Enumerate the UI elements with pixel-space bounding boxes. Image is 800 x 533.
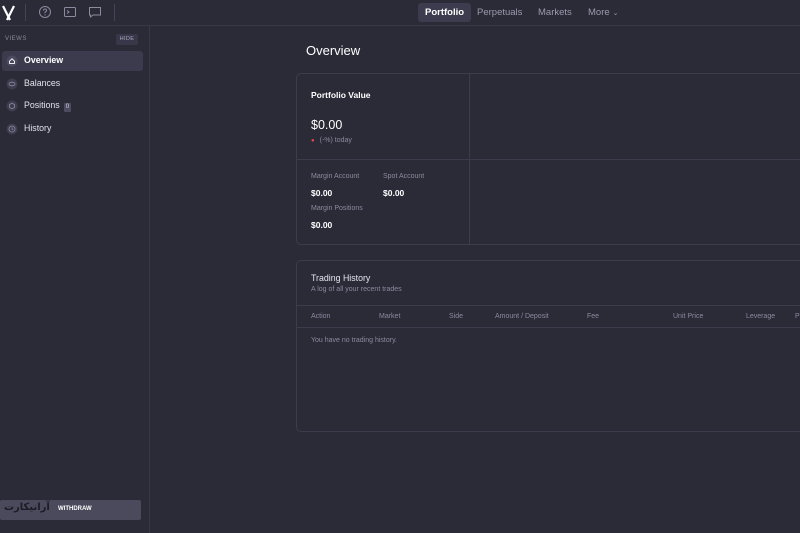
- portfolio-change: ● (-%) today: [311, 137, 352, 144]
- nav-portfolio[interactable]: Portfolio: [418, 3, 472, 22]
- trading-history-title: Trading History: [311, 273, 371, 283]
- sidebar-item-balances[interactable]: Balances: [2, 74, 143, 94]
- watermark-logo: آرانیکارت: [4, 502, 50, 513]
- portfolio-value-title: Portfolio Value: [311, 90, 371, 100]
- column-fee[interactable]: Fee: [587, 313, 599, 320]
- column-side[interactable]: Side: [449, 313, 463, 320]
- clock-icon: [6, 123, 18, 135]
- sidebar-item-label: Positions 0: [24, 100, 72, 112]
- sidebar-item-history[interactable]: History: [2, 119, 143, 139]
- column-amount-deposit[interactable]: Amount / Deposit: [495, 313, 549, 320]
- trading-history-subtitle: A log of all your recent trades: [311, 286, 402, 293]
- nav-more[interactable]: More ⌄: [581, 3, 626, 22]
- nav-markets[interactable]: Markets: [531, 3, 579, 22]
- column-p[interactable]: P: [795, 313, 800, 320]
- hide-sidebar-button[interactable]: HIDE: [116, 34, 138, 45]
- column-unit-price[interactable]: Unit Price: [673, 313, 703, 320]
- trading-history-card: Trading History A log of all your recent…: [296, 260, 800, 432]
- chat-icon[interactable]: [88, 5, 102, 19]
- table-header: Action Market Side Amount / Deposit Fee …: [297, 305, 800, 328]
- sidebar-item-label: Balances: [24, 78, 61, 88]
- portfolio-value-amount: $0.00: [311, 118, 343, 132]
- divider: [114, 4, 115, 21]
- withdraw-button[interactable]: آرانیکارت WITHDRAW: [0, 500, 141, 520]
- help-icon[interactable]: [38, 5, 52, 19]
- margin-positions-value: $0.00: [311, 220, 333, 230]
- spot-account-value: $0.00: [383, 188, 405, 198]
- spot-account-label: Spot Account: [383, 173, 425, 180]
- dydx-logo-icon[interactable]: [2, 4, 16, 22]
- column-market[interactable]: Market: [379, 313, 400, 320]
- column-action[interactable]: Action: [311, 313, 330, 320]
- coins-icon: [6, 78, 18, 90]
- nav-more-label: More: [588, 7, 610, 18]
- page-title: Overview: [306, 43, 361, 58]
- sidebar: VIEWS HIDE Overview Balances Positions 0 …: [0, 26, 150, 533]
- home-icon: [6, 55, 18, 67]
- terminal-icon[interactable]: [63, 5, 77, 19]
- positions-count-badge: 0: [63, 103, 72, 112]
- margin-account-label: Margin Account: [311, 173, 360, 180]
- withdraw-label: WITHDRAW: [58, 506, 92, 512]
- change-indicator-icon: ●: [311, 138, 315, 144]
- portfolio-change-text: (-%) today: [319, 137, 352, 144]
- margin-positions-label: Margin Positions: [311, 205, 363, 212]
- portfolio-value-card: Portfolio Value $0.00 ● (-%) today Margin…: [296, 73, 800, 245]
- nav-perpetuals[interactable]: Perpetuals: [470, 3, 529, 22]
- divider: [297, 159, 800, 160]
- top-bar: Portfolio Perpetuals Markets More ⌄: [0, 0, 800, 26]
- margin-account-value: $0.00: [311, 188, 333, 198]
- empty-state-message: You have no trading history.: [311, 337, 398, 344]
- cube-icon: [6, 100, 18, 112]
- divider: [25, 4, 26, 21]
- views-label: VIEWS: [5, 36, 27, 42]
- sidebar-item-overview[interactable]: Overview: [2, 51, 143, 71]
- positions-label: Positions: [24, 100, 60, 110]
- sidebar-item-label: Overview: [24, 55, 64, 65]
- sidebar-item-label: History: [24, 123, 52, 133]
- sidebar-item-positions[interactable]: Positions 0: [2, 96, 143, 116]
- chevron-down-icon: ⌄: [612, 10, 619, 17]
- column-leverage[interactable]: Leverage: [746, 313, 775, 320]
